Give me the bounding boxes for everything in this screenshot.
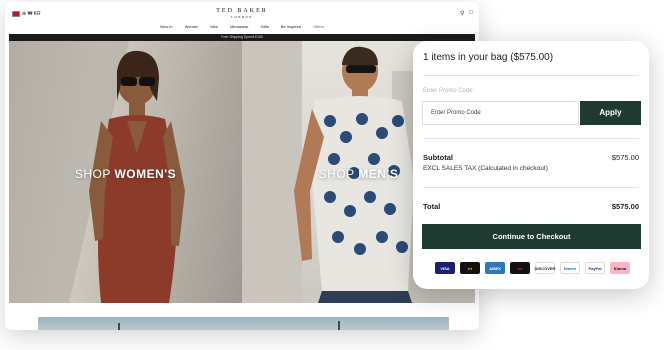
continue-to-checkout-button[interactable]: Continue to Checkout	[422, 224, 641, 249]
logo-sub: LONDON	[231, 15, 253, 19]
nav-item-new-in[interactable]: New In	[160, 24, 172, 29]
shopping-bag-panel: 1 items in your bag ($575.00) Enter Prom…	[413, 41, 649, 289]
search-icon[interactable]: ⚲	[460, 10, 464, 17]
promo-code-label: Enter Promo Code	[423, 88, 473, 94]
nav-item-men[interactable]: Men	[210, 24, 218, 29]
header-icons: ⚲ □	[460, 10, 473, 17]
promo-code-input[interactable]: Enter Promo Code	[422, 101, 579, 125]
shipping-banner: Free Shipping Spend £150	[9, 34, 475, 41]
palm-tree-image	[338, 321, 340, 330]
store-header: ⊕ ₩ KR TED BAKER LONDON ⚲ □	[5, 2, 479, 24]
divider	[423, 187, 639, 188]
store-logo[interactable]: TED BAKER LONDON	[5, 8, 479, 19]
payment-methods: VISA ●● AMEX ●● DISCOVER Diners PayPal Klarna	[435, 262, 630, 274]
nav-item-menswear[interactable]: Menswear	[230, 24, 248, 29]
bag-summary-title: 1 items in your bag ($575.00)	[423, 52, 554, 63]
discover-icon: DISCOVER	[535, 262, 555, 274]
hero-banner: SHOP WOMEN'S SHOP MEN'S	[9, 41, 475, 303]
next-banner-image	[38, 317, 449, 330]
shop-women-prefix: SHOP	[74, 167, 115, 181]
total-label: Total	[423, 202, 441, 211]
shop-women-bold: WOMEN'S	[114, 167, 177, 181]
shop-men-bold: MEN'S	[358, 167, 399, 181]
sales-tax-note: EXCL SALES TAX (Calculated in checkout)	[423, 165, 548, 172]
store-page: ⊕ ₩ KR TED BAKER LONDON ⚲ □ New In Women…	[5, 2, 479, 330]
logo-main: TED BAKER	[216, 8, 268, 14]
nav-item-be-inspired[interactable]: Be Inspired	[281, 24, 301, 29]
subtotal-value: $575.00	[611, 153, 639, 162]
shop-men-prefix: SHOP	[318, 167, 359, 181]
nav-item-women[interactable]: Women	[185, 24, 199, 29]
subtotal-label: Subtotal	[423, 153, 453, 162]
bag-icon[interactable]: □	[469, 10, 473, 17]
apply-button[interactable]: Apply	[580, 101, 641, 125]
paypal-icon: PayPal	[585, 262, 605, 274]
divider	[423, 75, 639, 76]
shop-women-panel[interactable]: SHOP WOMEN'S	[9, 41, 242, 303]
visa-icon: VISA	[435, 262, 455, 274]
palm-tree-image	[118, 323, 120, 330]
nav-item-gifts[interactable]: Gifts	[261, 24, 269, 29]
shop-women-label[interactable]: SHOP WOMEN'S	[9, 167, 242, 181]
amex-icon: AMEX	[485, 262, 505, 274]
total-value: $575.00	[611, 202, 639, 211]
mastercard-icon: ●●	[460, 262, 480, 274]
main-nav: New In Women Men Menswear Gifts Be Inspi…	[5, 24, 479, 29]
maestro-icon: ●●	[510, 262, 530, 274]
klarna-icon: Klarna	[610, 262, 630, 274]
divider	[423, 138, 639, 139]
nav-item-offers[interactable]: Offers	[313, 24, 324, 29]
diners-icon: Diners	[560, 262, 580, 274]
